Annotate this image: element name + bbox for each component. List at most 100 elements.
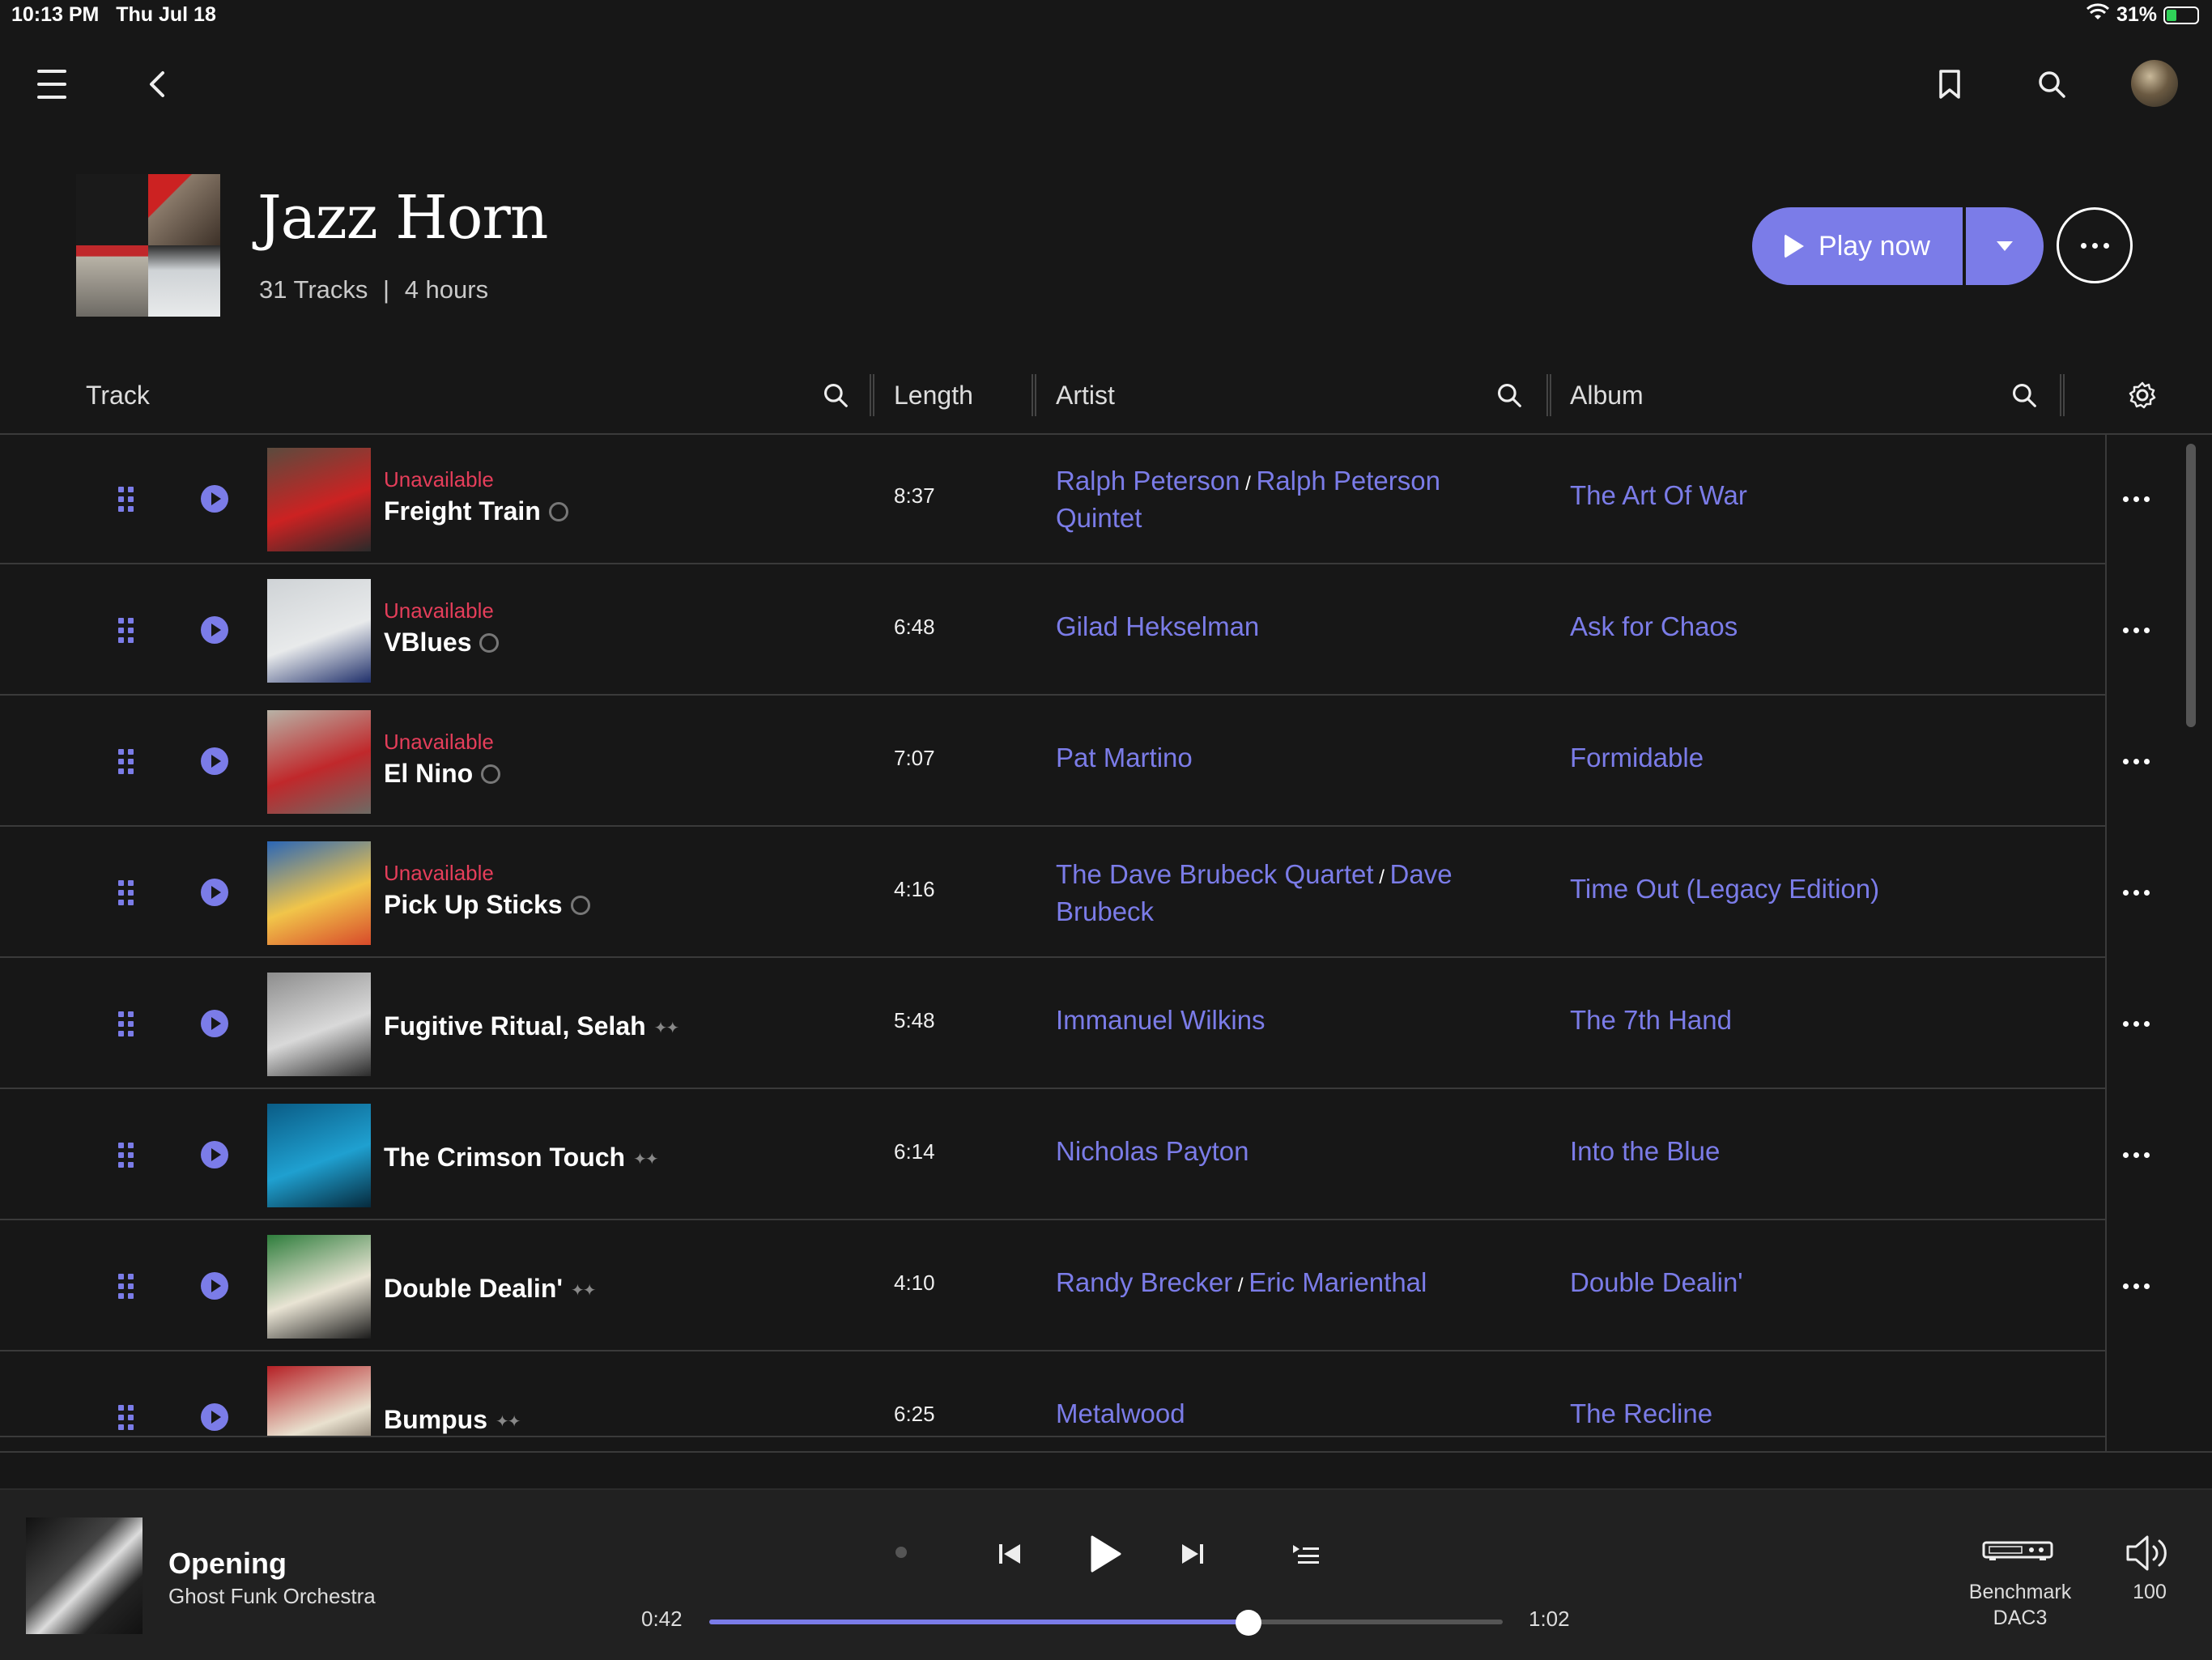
search-icon[interactable] [2032, 65, 2071, 104]
track-title[interactable]: VBlues [384, 628, 500, 658]
artist-link[interactable]: The Dave Brubeck Quartet [1056, 859, 1374, 889]
drag-handle-icon[interactable] [118, 1011, 134, 1036]
row-play-button[interactable] [201, 1010, 228, 1037]
album-search-icon[interactable] [2006, 377, 2042, 413]
track-search-icon[interactable] [818, 377, 853, 413]
drag-handle-icon[interactable] [118, 487, 134, 512]
now-playing-artist[interactable]: Ghost Funk Orchestra [168, 1584, 376, 1609]
table-row[interactable]: Double Dealin' ✦✦ 4:10 Randy Brecker / Eric… [0, 1222, 2150, 1351]
drag-handle-icon[interactable] [118, 1274, 134, 1299]
row-play-button[interactable] [201, 1141, 228, 1168]
album-art[interactable] [267, 973, 371, 1076]
row-more-icon[interactable] [2123, 759, 2150, 764]
drag-handle-icon[interactable] [118, 749, 134, 774]
table-row[interactable]: Bumpus ✦✦ 6:25 Metalwood The Recline [0, 1353, 2105, 1437]
album-link[interactable]: Time Out (Legacy Edition) [1570, 874, 1879, 904]
row-more-icon[interactable] [2123, 1021, 2150, 1027]
previous-icon[interactable] [989, 1534, 1030, 1574]
radio-indicator[interactable] [895, 1547, 907, 1558]
audio-device-icon[interactable] [1979, 1530, 2057, 1571]
volume-level[interactable]: 100 [2121, 1579, 2178, 1605]
album-link[interactable]: Into the Blue [1570, 1136, 1720, 1167]
album-art[interactable] [267, 710, 371, 814]
volume-icon[interactable] [2123, 1530, 2175, 1576]
table-row[interactable]: Unavailable VBlues 6:48 Gilad Hekselman Ask … [0, 566, 2150, 696]
row-play-button[interactable] [201, 616, 228, 644]
drag-handle-icon[interactable] [118, 880, 134, 905]
column-header-artist[interactable]: Artist [1056, 356, 1115, 434]
column-divider[interactable] [1032, 374, 1036, 416]
column-divider[interactable] [870, 374, 874, 416]
column-header-length[interactable]: Length [894, 356, 973, 434]
table-row[interactable]: Unavailable Freight Train 8:37 Ralph Peters… [0, 435, 2150, 564]
drag-handle-icon[interactable] [118, 618, 134, 643]
album-link[interactable]: Double Dealin' [1570, 1267, 1743, 1298]
column-header-track[interactable]: Track [86, 356, 150, 434]
album-link[interactable]: The Recline [1570, 1398, 1712, 1429]
next-icon[interactable] [1172, 1534, 1213, 1574]
menu-icon[interactable] [32, 65, 71, 104]
row-play-button[interactable] [201, 485, 228, 513]
track-title[interactable]: El Nino [384, 759, 501, 789]
artist-search-icon[interactable] [1491, 377, 1527, 413]
track-title[interactable]: Pick Up Sticks [384, 890, 590, 920]
seek-handle[interactable] [1236, 1610, 1261, 1636]
avatar[interactable] [2131, 60, 2178, 107]
artist-link[interactable]: Immanuel Wilkins [1056, 1005, 1266, 1035]
table-row[interactable]: Unavailable El Nino 7:07 Pat Martino Formida… [0, 697, 2150, 827]
album-link[interactable]: Ask for Chaos [1570, 611, 1738, 642]
artist-link[interactable]: Pat Martino [1056, 743, 1193, 773]
row-more-icon[interactable] [2123, 628, 2150, 633]
track-title[interactable]: Fugitive Ritual, Selah ✦✦ [384, 1011, 679, 1041]
artist-link[interactable]: Metalwood [1056, 1398, 1185, 1428]
album-art[interactable] [267, 1104, 371, 1207]
row-play-button[interactable] [201, 1272, 228, 1300]
album-art[interactable] [267, 841, 371, 945]
gear-icon[interactable] [2125, 377, 2160, 413]
row-play-button[interactable] [201, 879, 228, 906]
more-options-button[interactable] [2057, 207, 2133, 283]
now-playing-cover[interactable] [26, 1517, 143, 1634]
artist-link[interactable]: Gilad Hekselman [1056, 611, 1259, 641]
artist-link[interactable]: Ralph Peterson [1056, 466, 1240, 496]
album-link[interactable]: Formidable [1570, 743, 1704, 773]
column-header-album[interactable]: Album [1570, 356, 1644, 434]
album-art[interactable] [267, 1235, 371, 1339]
now-playing-title[interactable]: Opening [168, 1547, 287, 1581]
row-more-icon[interactable] [2123, 1283, 2150, 1289]
row-more-icon[interactable] [2123, 496, 2150, 502]
seek-bar[interactable] [709, 1620, 1503, 1624]
play-icon [211, 755, 221, 768]
column-divider[interactable] [2060, 374, 2065, 416]
table-row[interactable]: The Crimson Touch ✦✦ 6:14 Nicholas Payton In… [0, 1091, 2150, 1220]
album-link[interactable]: The 7th Hand [1570, 1005, 1732, 1036]
drag-handle-icon[interactable] [118, 1405, 134, 1430]
row-more-icon[interactable] [2123, 890, 2150, 896]
album-link[interactable]: The Art Of War [1570, 480, 1747, 511]
audio-device-label[interactable]: Benchmark DAC3 [1943, 1579, 2097, 1631]
artist-link[interactable]: Randy Brecker [1056, 1267, 1232, 1297]
track-title[interactable]: The Crimson Touch ✦✦ [384, 1143, 659, 1173]
row-play-button[interactable] [201, 747, 228, 775]
row-play-button[interactable] [201, 1403, 228, 1431]
album-art[interactable] [267, 579, 371, 683]
artist-link[interactable]: Eric Marienthal [1249, 1267, 1427, 1297]
back-icon[interactable] [138, 65, 177, 104]
bookmark-icon[interactable] [1930, 65, 1969, 104]
play-now-button[interactable]: Play now [1752, 207, 1963, 285]
drag-handle-icon[interactable] [118, 1143, 134, 1168]
album-art[interactable] [267, 1366, 371, 1436]
track-title[interactable]: Double Dealin' ✦✦ [384, 1274, 596, 1304]
scrollbar[interactable] [2186, 444, 2196, 727]
album-art[interactable] [267, 448, 371, 551]
track-title[interactable]: Freight Train [384, 496, 568, 526]
row-more-icon[interactable] [2123, 1152, 2150, 1158]
table-row[interactable]: Unavailable Pick Up Sticks 4:16 The Dave Br… [0, 828, 2150, 958]
play-pause-button[interactable] [1077, 1526, 1134, 1582]
track-title[interactable]: Bumpus ✦✦ [384, 1405, 521, 1435]
table-row[interactable]: Fugitive Ritual, Selah ✦✦ 5:48 Immanuel Wil… [0, 960, 2150, 1089]
artist-link[interactable]: Nicholas Payton [1056, 1136, 1249, 1166]
column-divider[interactable] [1546, 374, 1551, 416]
play-options-dropdown[interactable] [1966, 207, 2044, 285]
queue-icon[interactable] [1286, 1534, 1326, 1574]
